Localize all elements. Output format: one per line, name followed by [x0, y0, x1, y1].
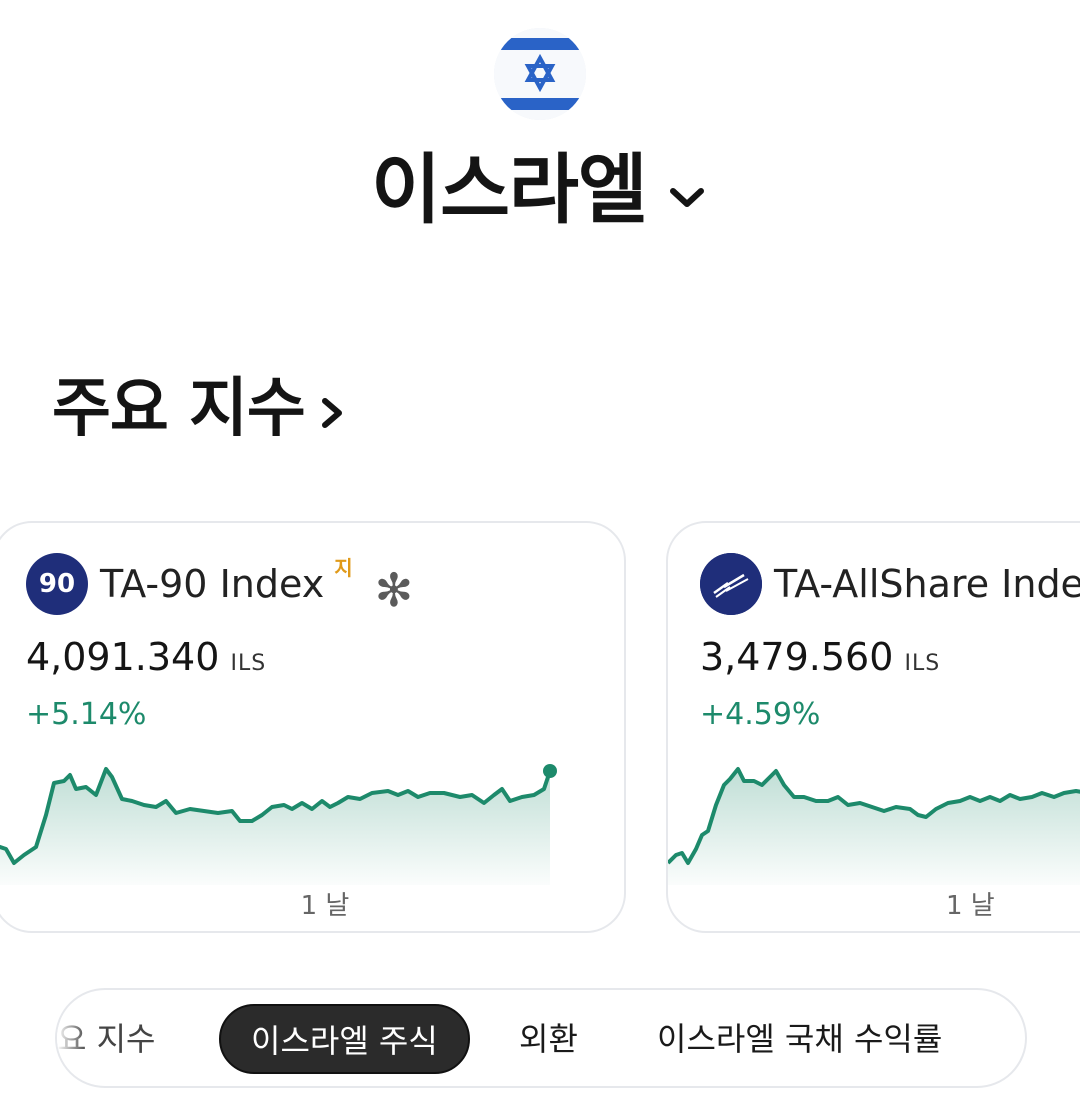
ta90-logo-icon: 90 [26, 553, 88, 615]
major-indices-header[interactable]: 주요 지수 [52, 364, 351, 454]
index-price: 3,479.560 [700, 635, 894, 679]
tab-forex[interactable]: 외환 [519, 1004, 578, 1074]
sparkline-chart [668, 767, 1080, 885]
section-title: 주요 지수 [52, 372, 306, 446]
fade-overlay [57, 1004, 87, 1074]
country-title: 이스라엘 [371, 145, 648, 234]
tab-israel-stocks[interactable]: 이스라엘 주식 [219, 1004, 470, 1074]
index-name: TA-90 Index [100, 562, 325, 606]
israel-flag-icon[interactable] [494, 28, 586, 120]
category-tabs: 요 지수 이스라엘 주식 외환 이스라엘 국채 수익률 [55, 988, 1027, 1088]
index-name: TA-AllShare Inde [774, 562, 1080, 606]
change-percent: +5.14% [26, 697, 147, 732]
country-selector[interactable]: 이스라엘 [0, 140, 1080, 240]
tab-label: 이스라엘 주식 [251, 1022, 438, 1060]
currency-label: ILS [230, 651, 267, 676]
tab-label: 이스라엘 국채 수익률 [657, 1020, 943, 1058]
index-card-ta-allshare[interactable]: TA-AllShare Inde 3,479.560 ILS +4.59% 1 … [666, 521, 1080, 933]
tab-label: 외환 [519, 1020, 578, 1058]
ta-allshare-logo-icon [700, 553, 762, 615]
sparkline-area [668, 769, 1080, 885]
period-label: 1 날 [946, 891, 995, 921]
chevron-right-icon [321, 398, 342, 428]
chevron-down-icon [669, 188, 704, 207]
period-label: 1 날 [300, 891, 350, 921]
tab-major-indices[interactable]: 요 지수 [57, 1004, 156, 1074]
index-price: 4,091.340 [26, 635, 220, 679]
sparkline-chart [0, 764, 557, 885]
change-percent: +4.59% [700, 697, 821, 732]
currency-label: ILS [904, 651, 941, 676]
badge-label: 지 [334, 555, 353, 580]
sparkline-endpoint [543, 764, 557, 778]
screen: 이스라엘 주요 지수 90 TA-90 Index 지 ✻ 4,091.340 … [0, 0, 1080, 1100]
index-card-ta90[interactable]: 90 TA-90 Index 지 ✻ 4,091.340 ILS +5.14% … [0, 521, 626, 933]
asterisk-icon: ✻ [374, 563, 414, 617]
tab-israel-bond-yields[interactable]: 이스라엘 국채 수익률 [657, 1004, 942, 1074]
